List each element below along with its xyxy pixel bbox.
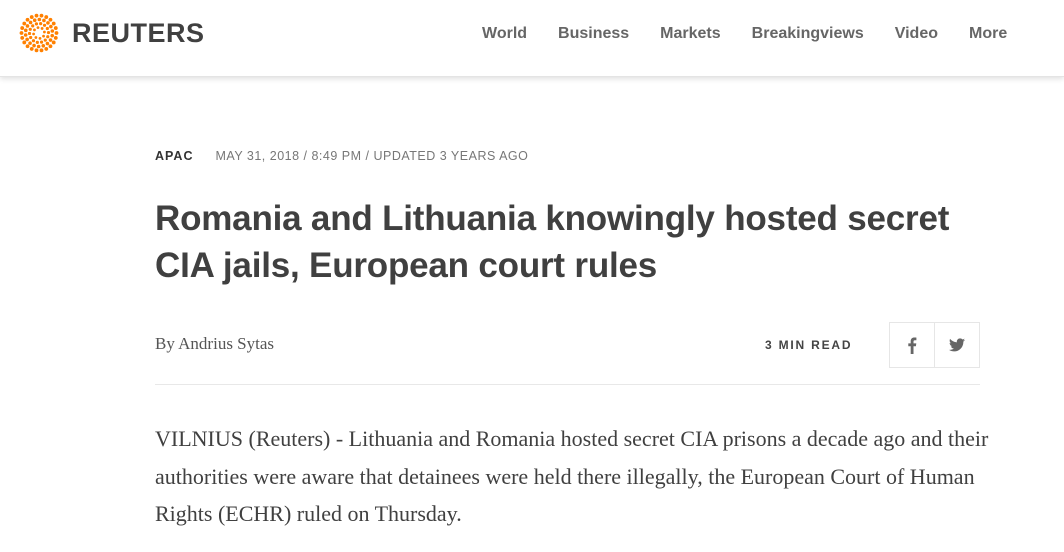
logo-dot <box>25 44 30 49</box>
logo-wordmark: REUTERS <box>72 17 205 48</box>
logo-dot <box>53 36 58 40</box>
logo-dot <box>48 44 53 49</box>
logo-dot <box>23 33 28 37</box>
dateline: MAY 31, 2018 / 8:49 PM / UPDATED 3 YEARS… <box>215 149 529 163</box>
logo-dot <box>32 32 35 36</box>
logo-dot <box>51 40 56 45</box>
logo-dot <box>39 13 44 18</box>
nav-video[interactable]: Video <box>895 22 938 46</box>
logo-dot <box>22 40 27 45</box>
logo-dot <box>37 17 42 22</box>
logo-dot <box>20 36 25 40</box>
logo-dot <box>34 36 38 39</box>
facebook-share-button[interactable] <box>890 323 934 367</box>
logo-dot <box>25 24 30 28</box>
facebook-icon <box>908 337 917 354</box>
logo-dot <box>35 40 39 44</box>
logo-dot <box>39 40 44 44</box>
nav-more[interactable]: More <box>969 22 1007 46</box>
author-link[interactable]: Andrius Sytas <box>178 334 274 353</box>
logo-dot <box>51 21 56 26</box>
logo-dot <box>41 44 46 48</box>
logo-dot <box>50 33 55 38</box>
logo-dot <box>45 26 49 31</box>
logo-dot <box>19 31 24 35</box>
logo-dot <box>36 26 40 29</box>
article-body-paragraph: VILNIUS (Reuters) - Lithuania and Romani… <box>155 426 989 526</box>
logo-dot <box>34 22 39 26</box>
logo-dot <box>33 28 36 32</box>
byline-prefix: By <box>155 334 175 353</box>
main-nav: World Business Markets Breakingviews Vid… <box>482 22 1007 46</box>
logo-dot <box>32 43 36 48</box>
reuters-logo[interactable]: REUTERS <box>19 13 205 53</box>
logo-dot <box>34 48 39 53</box>
nav-markets[interactable]: Markets <box>660 22 720 46</box>
logo-dot <box>39 48 44 53</box>
logo-dot <box>53 26 58 30</box>
logo-dot <box>28 20 33 25</box>
logo-dot <box>27 31 32 36</box>
logo-dot <box>28 27 32 31</box>
logo-dot <box>38 37 42 40</box>
logo-dot <box>54 31 59 35</box>
logo-dot <box>46 21 50 25</box>
logo-dot <box>46 35 50 39</box>
share-buttons <box>889 322 980 368</box>
logo-dot <box>49 24 53 29</box>
logo-dot <box>42 23 47 27</box>
byline: By Andrius Sytas <box>155 334 274 354</box>
logo-dot <box>42 18 46 23</box>
nav-breakingviews[interactable]: Breakingviews <box>752 22 864 46</box>
logo-dot <box>25 37 29 42</box>
logo-dot <box>28 41 32 45</box>
logo-dot <box>29 35 33 40</box>
logo-dot <box>34 13 39 18</box>
logo-dot <box>29 15 34 19</box>
read-time: 3 MIN READ <box>765 338 853 352</box>
logo-dot <box>48 38 53 42</box>
logo-dot <box>25 17 30 22</box>
logo-dot <box>43 30 46 34</box>
logo-dot <box>43 38 47 42</box>
logo-dot <box>39 22 43 26</box>
logo-dot <box>45 41 50 46</box>
logo-dot <box>40 27 44 30</box>
logo-dot <box>46 30 51 35</box>
byline-divider <box>155 384 980 385</box>
twitter-icon <box>949 338 965 352</box>
twitter-share-button[interactable] <box>934 323 979 367</box>
logo-dot <box>50 29 55 33</box>
article-headline: Romania and Lithuania knowingly hosted s… <box>155 199 950 285</box>
nav-world[interactable]: World <box>482 22 527 46</box>
logo-dot <box>36 44 41 49</box>
article-meta: APAC MAY 31, 2018 / 8:49 PM / UPDATED 3 … <box>155 148 528 164</box>
section-link[interactable]: APAC <box>155 148 194 164</box>
logo-dot <box>32 18 37 22</box>
logo-dot <box>23 28 28 33</box>
logo-dot <box>31 39 36 43</box>
logo-dot <box>48 17 53 22</box>
nav-business[interactable]: Business <box>558 22 629 46</box>
logo-dot <box>44 15 49 19</box>
logo-dot <box>44 47 49 51</box>
logo-dot <box>42 34 45 38</box>
logo-dot <box>22 21 27 26</box>
site-header: REUTERS World Business Markets Breakingv… <box>0 0 1064 77</box>
reuters-logo-icon <box>19 13 59 53</box>
logo-dot <box>20 26 25 30</box>
logo-dot <box>31 24 35 28</box>
logo-dot <box>29 47 34 51</box>
